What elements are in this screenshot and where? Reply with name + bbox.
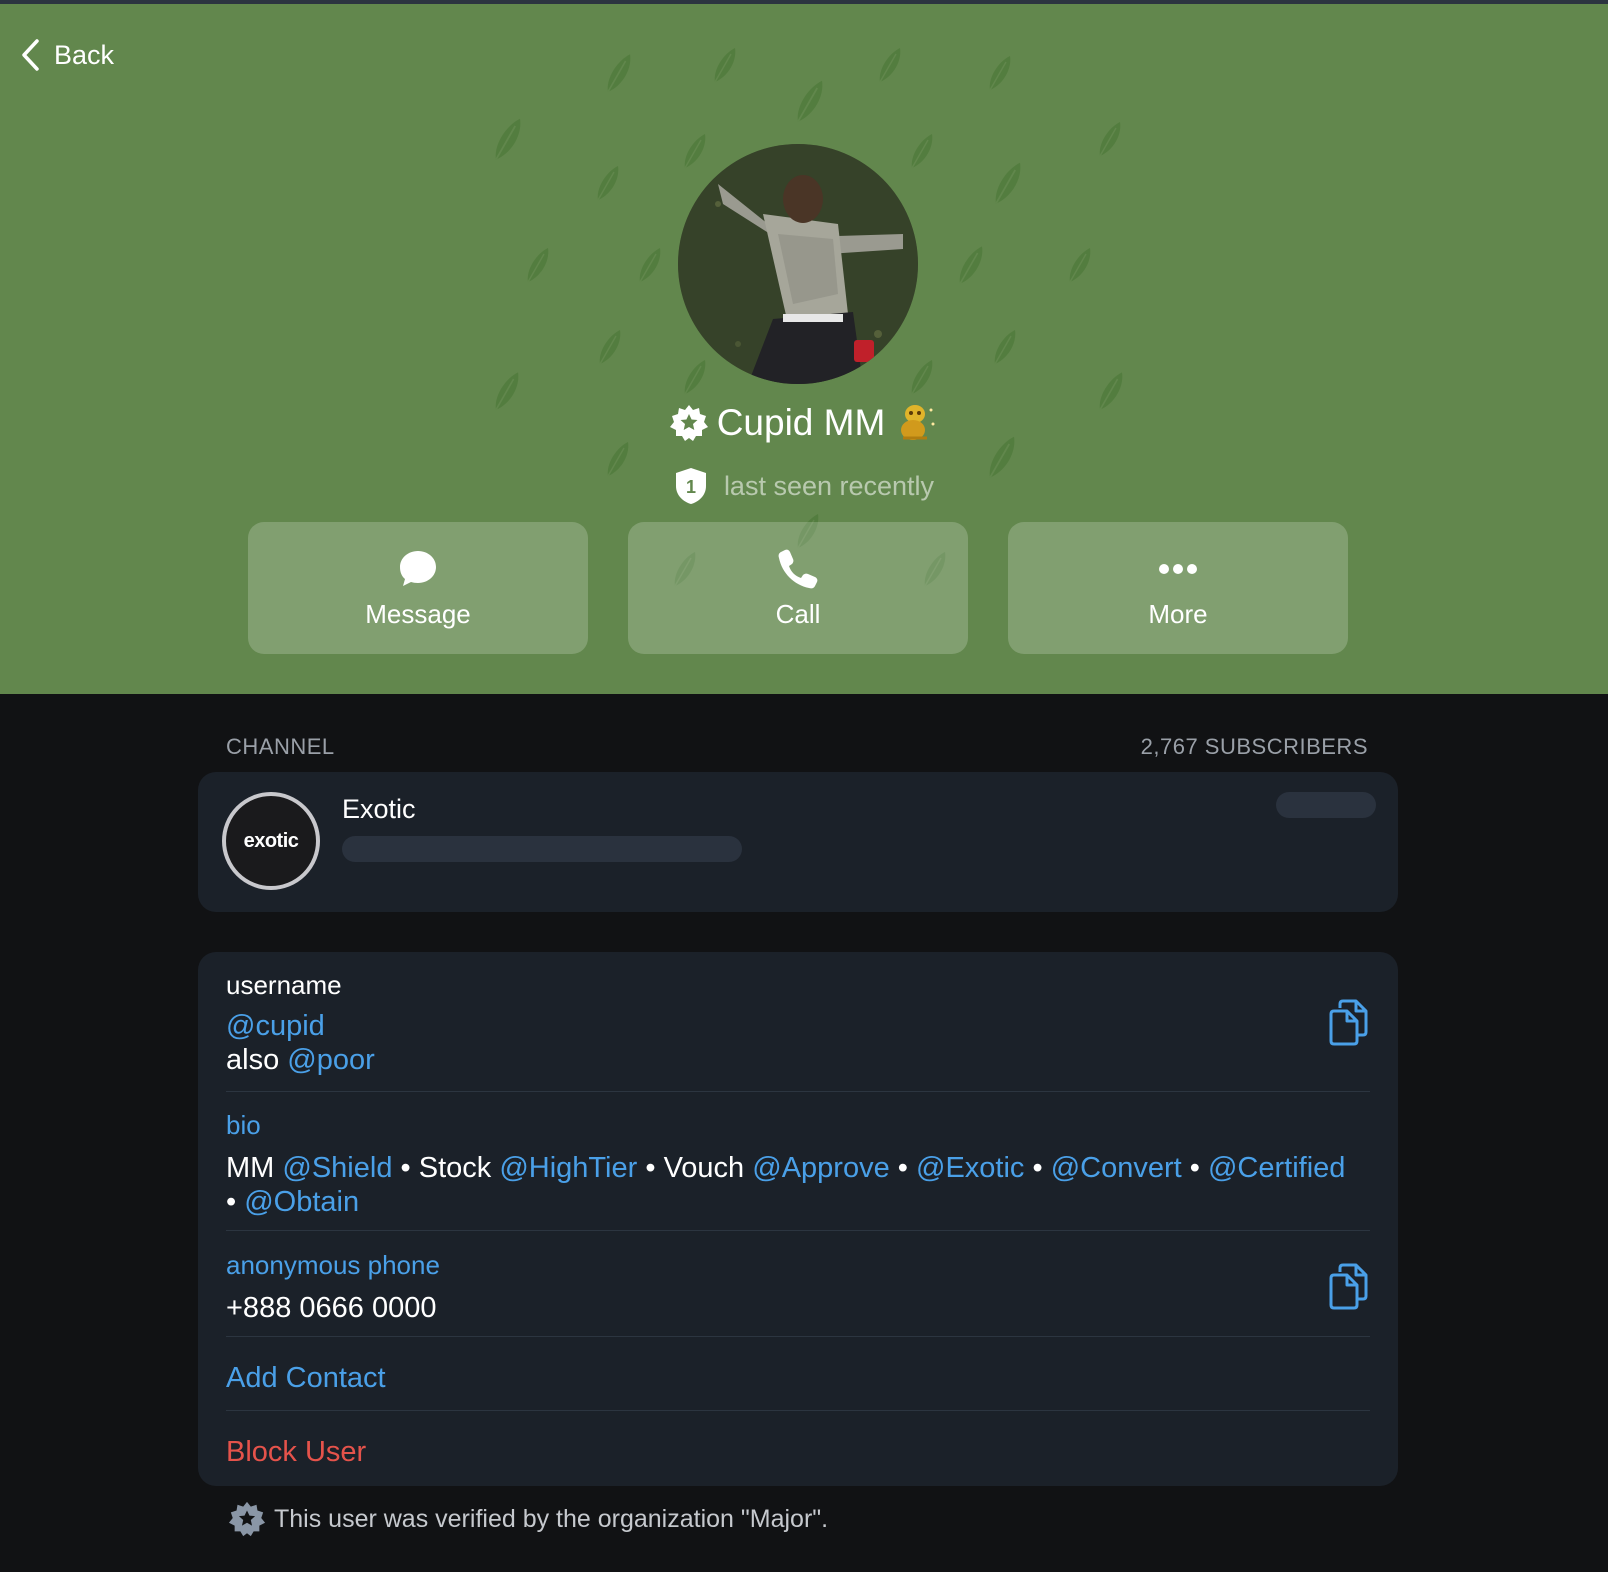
- phone-number[interactable]: +888 0666 0000: [226, 1291, 1370, 1325]
- bio-shield-link[interactable]: @Shield: [282, 1152, 392, 1184]
- verified-star-icon: [228, 1501, 266, 1537]
- bio-certified-link[interactable]: @Certified: [1208, 1152, 1345, 1184]
- divider: [226, 1410, 1370, 1411]
- shield-number: 1: [686, 477, 696, 497]
- phone-section: anonymous phone +888 0666 0000: [226, 1250, 1370, 1325]
- bio-separator: •: [897, 1152, 908, 1184]
- more-dots-icon: [1159, 563, 1197, 574]
- phone-label: anonymous phone: [226, 1250, 440, 1280]
- profile-name: Cupid MM: [716, 402, 886, 443]
- bio-separator: •: [1032, 1152, 1043, 1184]
- also-username-link[interactable]: @poor: [287, 1044, 374, 1076]
- shield-icon: 1: [674, 466, 708, 506]
- bio-separator: •: [1189, 1152, 1200, 1184]
- more-label: More: [1148, 598, 1208, 629]
- bio-convert-link[interactable]: @Convert: [1051, 1152, 1182, 1184]
- divider: [226, 1336, 1370, 1337]
- channel-section-label: CHANNEL: [226, 734, 335, 759]
- username-label: username: [226, 970, 342, 1000]
- bio-hightier-link[interactable]: @HighTier: [499, 1152, 637, 1184]
- bio-approve-link[interactable]: @Approve: [752, 1152, 889, 1184]
- copy-icon: [1329, 999, 1368, 1046]
- channel-date-placeholder: [1276, 792, 1376, 818]
- also-prefix: also: [226, 1044, 280, 1076]
- back-button[interactable]: Back: [20, 38, 114, 72]
- bio-separator: •: [226, 1186, 237, 1218]
- phone-icon: [778, 549, 818, 588]
- back-label: Back: [54, 39, 115, 70]
- verified-badge-icon: [669, 403, 709, 443]
- channel-avatar-text: exotic: [243, 829, 299, 852]
- username-link[interactable]: @cupid: [226, 1010, 325, 1042]
- message-label: Message: [365, 598, 471, 629]
- info-card: username @cupid also @poor bio MM @Shiel…: [198, 952, 1398, 1486]
- last-seen-status: last seen recently: [723, 470, 935, 501]
- profile-page: Back Cupid MM 1 last seen recently Messa…: [0, 0, 1608, 1572]
- copy-phone-button[interactable]: [1326, 1262, 1370, 1310]
- channel-name: Exotic: [342, 794, 416, 824]
- profile-name-row: Cupid MM: [0, 400, 1608, 446]
- divider: [226, 1230, 1370, 1231]
- message-button[interactable]: Message: [248, 522, 588, 654]
- bio-stock: Stock: [418, 1152, 492, 1184]
- subscribers-count: 2,767 SUBSCRIBERS: [1140, 734, 1368, 759]
- avatar-photo: [678, 144, 918, 384]
- add-contact-button[interactable]: Add Contact: [226, 1362, 1370, 1395]
- channel-avatar: exotic: [222, 792, 320, 890]
- status-row: 1 last seen recently: [0, 466, 1608, 506]
- bio-label: bio: [226, 1110, 261, 1140]
- channel-message-placeholder: [342, 836, 742, 862]
- bio-exotic-link[interactable]: @Exotic: [916, 1152, 1024, 1184]
- block-user-button[interactable]: Block User: [226, 1436, 1370, 1469]
- bio-text: MM @Shield • Stock @HighTier • Vouch @Ap…: [226, 1151, 1356, 1219]
- copy-icon: [1329, 1263, 1368, 1310]
- bio-separator: •: [645, 1152, 656, 1184]
- message-bubble-icon: [400, 550, 436, 586]
- profile-avatar[interactable]: [678, 144, 918, 384]
- username-section: username @cupid also @poor: [226, 970, 1370, 1077]
- bio-obtain-link[interactable]: @Obtain: [244, 1186, 359, 1218]
- bio-section: bio MM @Shield • Stock @HighTier • Vouch…: [226, 1110, 1370, 1219]
- verification-note: This user was verified by the organizati…: [228, 1500, 828, 1538]
- divider: [226, 1091, 1370, 1092]
- bio-mm: MM: [226, 1152, 275, 1184]
- call-button[interactable]: Call: [628, 522, 968, 654]
- emoji-status-icon[interactable]: [893, 400, 939, 446]
- bio-separator: •: [400, 1152, 411, 1184]
- profile-header: Back Cupid MM 1 last seen recently Messa…: [0, 0, 1608, 694]
- bio-vouch: Vouch: [663, 1152, 745, 1184]
- copy-username-button[interactable]: [1326, 998, 1370, 1046]
- verification-text: This user was verified by the organizati…: [274, 1504, 829, 1533]
- call-label: Call: [775, 598, 821, 629]
- more-button[interactable]: More: [1008, 522, 1348, 654]
- chevron-left-icon: [22, 39, 39, 71]
- action-buttons: Message Call More: [248, 522, 1348, 654]
- channel-card[interactable]: exotic Exotic: [198, 772, 1398, 912]
